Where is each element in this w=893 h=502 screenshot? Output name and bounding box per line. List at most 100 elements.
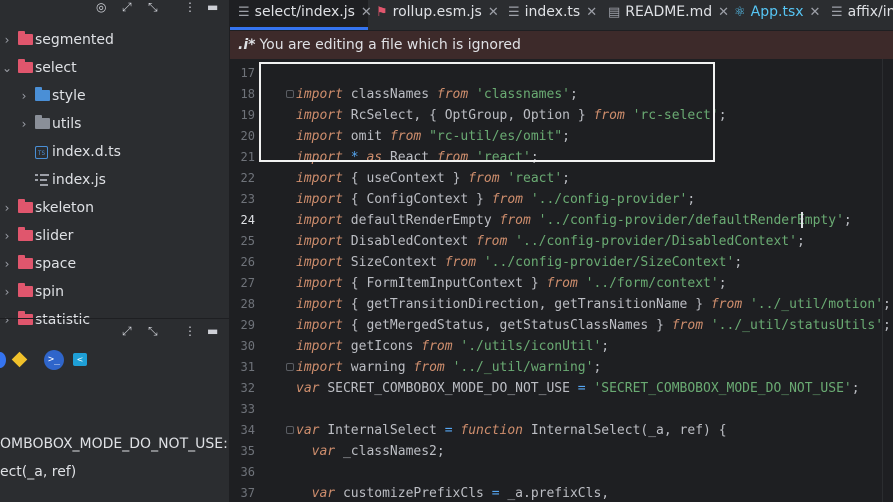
banner-message: You are editing a file which is ignored [259,37,521,53]
chevron-down-icon[interactable]: ⌄ [2,54,12,82]
tree-item-spin[interactable]: › spin [0,278,229,306]
code-line[interactable]: var _classNames2; [296,441,445,462]
tree-item-style[interactable]: › style [0,82,229,110]
line-number: 25 [240,234,255,248]
tab-select-index-js[interactable]: ☰ select/index.js ✕ [230,0,372,30]
locate-icon[interactable]: ◎ [96,0,106,14]
tab-label: README.md [625,4,713,20]
code-line[interactable]: import { ConfigContext } from '../config… [296,189,695,210]
tree-item-label: segmented [35,32,114,48]
line-number: 22 [240,171,255,185]
tab-label: select/index.js [254,4,355,20]
folder-icon [18,59,33,73]
typescript-file-icon: TS [35,146,48,159]
tree-item-slider[interactable]: › slider [0,222,229,250]
tab-affix-in[interactable]: ☰ affix/in [823,0,893,30]
vertical-scrollbar[interactable] [882,59,893,502]
chevron-right-icon[interactable]: › [19,82,29,110]
chevron-right-icon[interactable]: › [2,26,12,54]
project-panel: ◎ ⤢ ⤡ ⋮ ▬ › segmented ⌄ select › style › utils T… [0,0,229,502]
tree-item-index-d-ts[interactable]: TS index.d.ts [0,138,229,166]
tab-readme-md[interactable]: ▤ README.md ✕ [600,0,729,30]
book-icon: ▤ [608,5,621,20]
chevron-right-icon[interactable]: › [2,222,12,250]
collapse-icon[interactable]: ⤡ [148,324,158,338]
code-line[interactable]: import { getMergedStatus, getStatusClass… [296,315,891,336]
code-line[interactable]: var customizePrefixCls = _a.prefixCls, [296,483,609,502]
editor-area: ☰ select/index.js ✕ ⚑ rollup.esm.js ✕ ☰ index.t… [230,0,893,502]
line-number: 28 [240,297,255,311]
tree-item-space[interactable]: › space [0,250,229,278]
editor-tabs: ☰ select/index.js ✕ ⚑ rollup.esm.js ✕ ☰ index.t… [230,0,893,31]
line-number: 27 [240,276,255,290]
code-line[interactable]: import { getTransitionDirection, getTran… [296,294,891,315]
line-number: 35 [240,444,255,458]
chevron-right-icon[interactable]: › [2,194,12,222]
chevron-right-icon[interactable]: › [19,110,29,138]
code-line[interactable]: import { FormItemInputContext } from '..… [296,273,727,294]
expand-all-icon[interactable]: ⤢ [122,0,132,14]
tree-item-label: index.d.ts [52,144,121,160]
fold-icon[interactable] [286,363,294,371]
expand-icon[interactable]: ⤢ [122,324,132,338]
tab-rollup-esm-js[interactable]: ⚑ rollup.esm.js ✕ [368,0,500,30]
folder-icon [18,283,33,297]
hide-icon[interactable]: ▬ [207,324,218,338]
code-line[interactable]: import warning from '../_util/warning'; [296,357,601,378]
terminal-icon[interactable]: >_ [44,350,64,370]
lines-icon: ☰ [508,5,520,20]
line-number: 30 [240,339,255,353]
tab-app-tsx[interactable]: ⚛ App.tsx ✕ [726,0,823,30]
code-line[interactable]: import DisabledContext from '../config-p… [296,231,805,252]
tree-item-segmented[interactable]: › segmented [0,26,229,54]
text-caret [801,212,803,228]
hide-icon[interactable]: ▬ [207,0,218,14]
code-line[interactable]: var SECRET_COMBOBOX_MODE_DO_NOT_USE = 'S… [296,378,860,399]
code-line[interactable]: import getIcons from './utils/iconUtil'; [296,336,609,357]
service-blue-dot-icon[interactable] [0,352,6,368]
folder-icon [35,115,50,129]
chevron-right-icon[interactable]: › [2,250,12,278]
line-number: 26 [240,255,255,269]
chevron-right-icon[interactable]: › [2,278,12,306]
tree-item-label: slider [35,228,74,244]
close-icon[interactable]: ✕ [810,5,821,20]
line-number: 33 [240,402,255,416]
tab-label: App.tsx [750,4,804,20]
diamond-icon[interactable] [11,351,28,368]
tab-index-ts[interactable]: ☰ index.ts ✕ [500,0,600,30]
react-icon: ⚛ [734,5,746,20]
tree-item-label: spin [35,284,64,300]
tree-item-label: skeleton [35,200,94,216]
line-number: 31 [240,360,255,374]
close-icon[interactable]: ✕ [488,5,499,20]
ignored-file-banner: .i* You are editing a file which is ignor… [230,31,893,59]
folder-icon [35,87,50,101]
code-line[interactable]: import defaultRenderEmpty from '../confi… [296,210,852,231]
highlight-box [259,62,715,162]
code-line[interactable]: import { useContext } from 'react'; [296,168,570,189]
lines-icon: ☰ [831,5,843,20]
folder-icon [18,31,33,45]
tree-item-label: select [35,60,77,76]
ignore-file-icon: .i* [238,37,256,53]
code-with-me-icon[interactable]: < [73,353,87,366]
tree-item-index-js[interactable]: index.js [0,166,229,194]
tree-item-utils[interactable]: › utils [0,110,229,138]
collapse-all-icon[interactable]: ⤡ [148,0,158,14]
line-number: 20 [240,129,255,143]
code-line[interactable]: import SizeContext from '../config-provi… [296,252,742,273]
lines-icon: ☰ [238,5,250,20]
fold-icon[interactable] [286,426,294,434]
options-icon[interactable]: ⋮ [184,324,196,338]
tree-item-skeleton[interactable]: › skeleton [0,194,229,222]
code-line[interactable]: var InternalSelect = function InternalSe… [296,420,727,441]
tree-item-select[interactable]: ⌄ select [0,54,229,82]
options-icon[interactable]: ⋮ [184,0,196,14]
tab-label: rollup.esm.js [392,4,482,20]
tree-item-label: index.js [52,172,106,188]
tree-item-label: space [35,256,77,272]
line-number: 34 [240,423,255,437]
line-number: 36 [240,465,255,479]
close-icon[interactable]: ✕ [586,5,597,20]
